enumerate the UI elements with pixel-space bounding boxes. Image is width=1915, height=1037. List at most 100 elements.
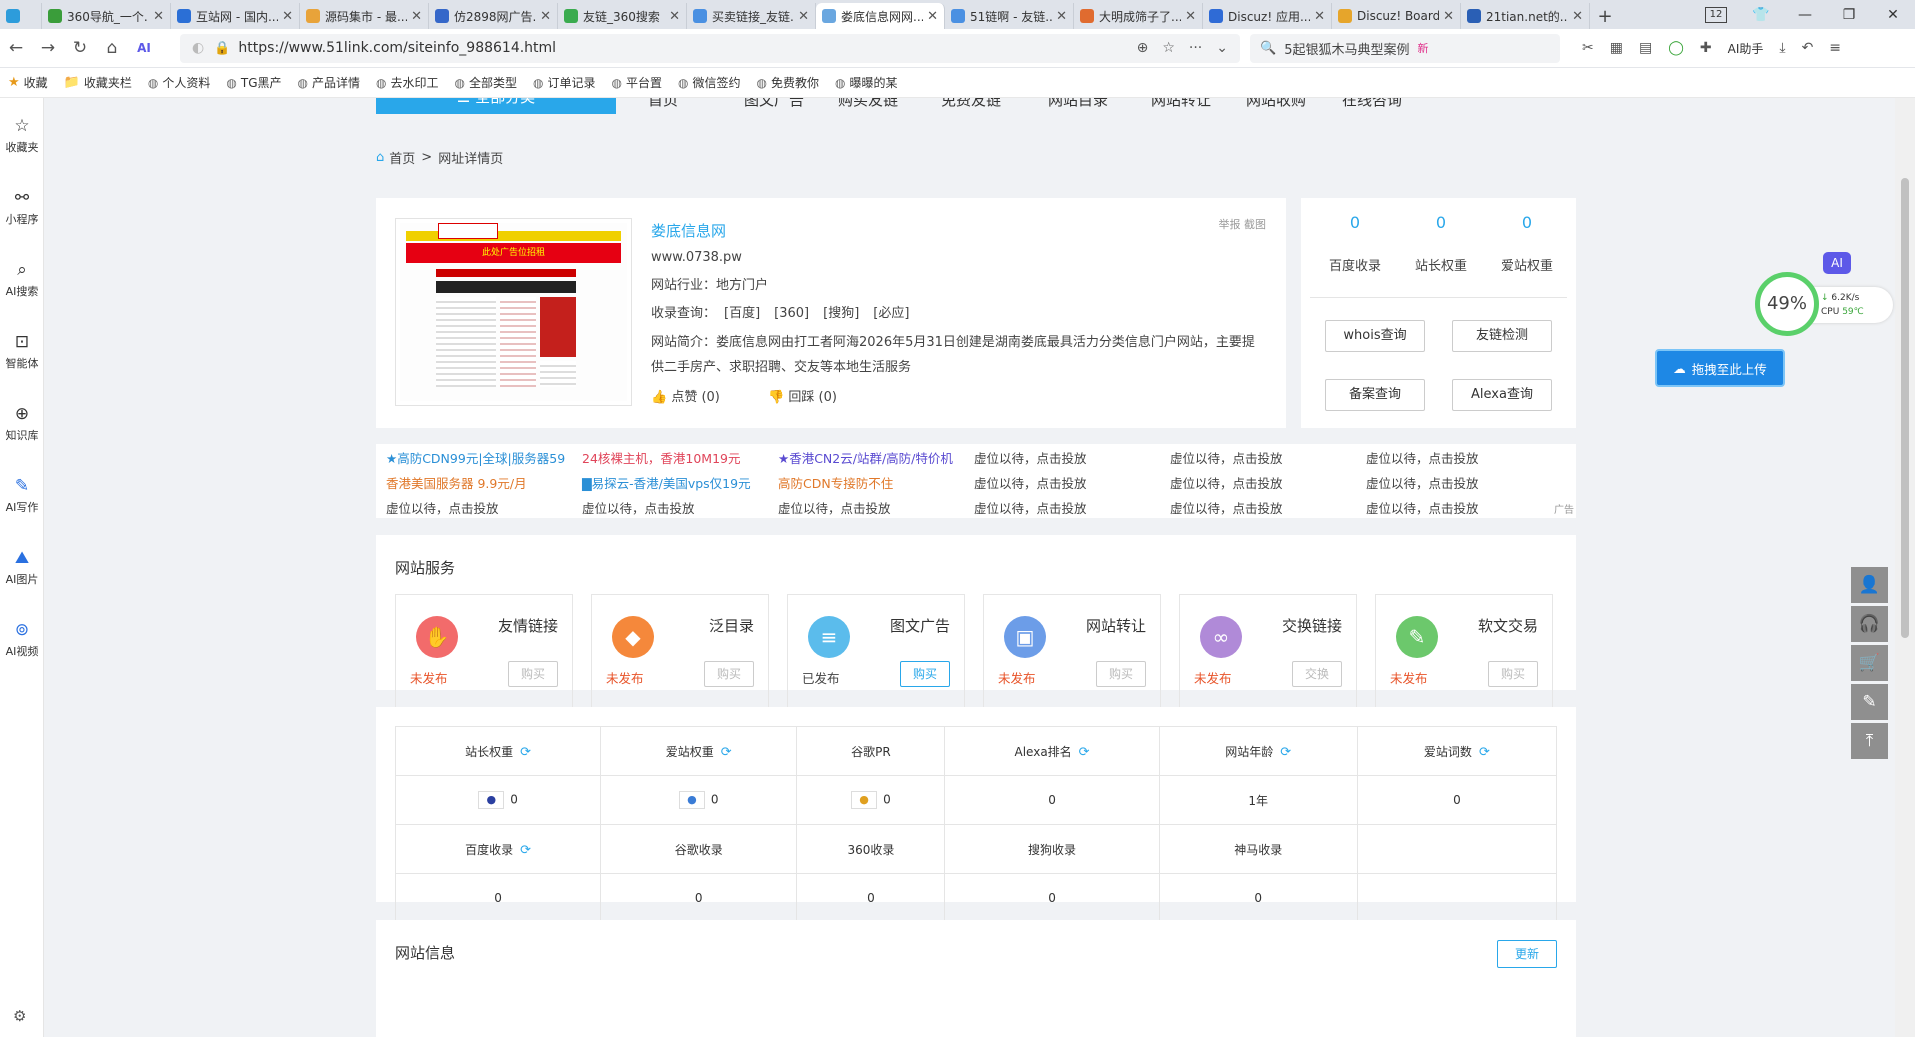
more-icon[interactable]: ···: [1189, 40, 1202, 56]
browser-tab[interactable]: Discuz! 应用... ✕: [1203, 3, 1332, 29]
service-action-button[interactable]: 购买: [704, 661, 754, 687]
service-action-button[interactable]: 购买: [900, 661, 950, 687]
nav-link[interactable]: 图文广告: [744, 98, 804, 110]
browser-tab[interactable]: 买卖链接_友链... ✕: [687, 3, 816, 29]
user-icon[interactable]: 👤: [1851, 567, 1888, 603]
bookmark-item[interactable]: ★ 收藏: [8, 74, 48, 91]
indexed-engine-link[interactable]: [必应]: [873, 306, 909, 321]
like-button[interactable]: 👍 点赞 (0): [651, 390, 742, 405]
nav-link[interactable]: 免费友链: [941, 98, 1001, 110]
nav-link[interactable]: 网站收购: [1246, 98, 1306, 110]
ad-slot[interactable]: 虚位以待，点击投放: [1366, 473, 1479, 492]
tab-close-icon[interactable]: ✕: [153, 9, 164, 24]
home-button[interactable]: ⌂: [96, 38, 128, 58]
tab-close-icon[interactable]: ✕: [927, 9, 938, 24]
ad-slot[interactable]: 虚位以待，点击投放: [1170, 498, 1283, 517]
indexed-engine-link[interactable]: [百度]: [724, 306, 760, 321]
shirt-icon[interactable]: 👕: [1739, 7, 1783, 23]
tab-close-icon[interactable]: ✕: [411, 9, 422, 24]
refresh-icon[interactable]: ⟳: [721, 745, 732, 760]
ad-slot[interactable]: 虚位以待，点击投放: [778, 498, 891, 517]
search-text[interactable]: 5起银狐木马典型案例: [1284, 39, 1409, 58]
browser-tab[interactable]: 友链_360搜索 ✕: [558, 3, 687, 29]
bookmark-item[interactable]: ◍ TG黑产: [226, 74, 281, 91]
all-categories-button[interactable]: ☰ 全部分类: [376, 98, 616, 114]
restore-button[interactable]: ❐: [1827, 7, 1871, 23]
screenshot-icon[interactable]: ▦: [1610, 40, 1623, 56]
browser-tab[interactable]: 51链啊 - 友链... ✕: [945, 3, 1074, 29]
service-action-button[interactable]: 购买: [1488, 661, 1538, 687]
dislike-button[interactable]: 👎 回踩 (0): [768, 390, 859, 405]
browser-tab[interactable]: 360导航_一个... ✕: [42, 3, 171, 29]
bookmark-item[interactable]: 📁 收藏夹栏: [64, 74, 132, 91]
new-tab-button[interactable]: +: [1590, 3, 1620, 29]
ai-badge[interactable]: AI: [1823, 252, 1851, 274]
sidebar-item[interactable]: ⌕ AI搜索: [0, 260, 44, 299]
browser-tab[interactable]: 源码集市 - 最... ✕: [300, 3, 429, 29]
refresh-icon[interactable]: ⟳: [1079, 745, 1090, 760]
settings-gear-icon[interactable]: ⚙: [13, 1007, 26, 1025]
ai-assistant-button[interactable]: AI助手: [1728, 40, 1764, 57]
indexed-engine-link[interactable]: [360]: [774, 306, 809, 321]
sidebar-item[interactable]: ✎ AI写作: [0, 476, 44, 515]
tab-close-icon[interactable]: ✕: [1443, 9, 1454, 24]
tab-close-icon[interactable]: ✕: [540, 9, 551, 24]
circle-icon[interactable]: ◯: [1668, 40, 1684, 56]
bookmark-item[interactable]: ◍ 曝曝的某: [835, 74, 898, 91]
bookmark-item[interactable]: ◍ 产品详情: [298, 74, 361, 91]
cpu-monitor-widget[interactable]: AI ↓ 6.2K/s CPU 59℃ 49%: [1755, 252, 1900, 338]
reader-icon[interactable]: ▤: [1639, 40, 1652, 56]
ad-slot[interactable]: 虚位以待，点击投放: [974, 473, 1087, 492]
site-name[interactable]: 娄底信息网: [651, 220, 1261, 241]
scrollbar-thumb[interactable]: [1901, 178, 1909, 638]
search-box[interactable]: 🔍 5起银狐木马典型案例 新: [1250, 33, 1560, 63]
ad-slot[interactable]: 虚位以待，点击投放: [1170, 448, 1283, 467]
refresh-icon[interactable]: ⟳: [520, 745, 531, 760]
bookmark-item[interactable]: ◍ 全部类型: [455, 74, 518, 91]
bookmark-item[interactable]: ◍ 微信签约: [678, 74, 741, 91]
refresh-icon[interactable]: ⟳: [1280, 745, 1291, 760]
back-button[interactable]: ←: [0, 38, 32, 58]
ad-slot[interactable]: ★高防CDN99元|全球|服务器59: [386, 448, 565, 467]
update-button[interactable]: 更新: [1497, 940, 1557, 968]
nav-link[interactable]: 购买友链: [838, 98, 898, 110]
tab-close-icon[interactable]: ✕: [1185, 9, 1196, 24]
browser-tab[interactable]: 21tian.net的... ✕: [1461, 3, 1590, 29]
bookmark-item[interactable]: ◍ 免费教你: [757, 74, 820, 91]
undo-icon[interactable]: ↶: [1802, 40, 1814, 56]
browser-tab[interactable]: 娄底信息网网... ✕: [816, 3, 945, 29]
browser-tab[interactable]: 仿2898网广告... ✕: [429, 3, 558, 29]
sidebar-item[interactable]: ☆ 收藏夹: [0, 116, 44, 155]
service-action-button[interactable]: 交换: [1292, 661, 1342, 687]
site-screenshot[interactable]: 此处广告位招租: [395, 218, 632, 406]
ad-slot[interactable]: ★香港CN2云/站群/高防/特价机: [778, 448, 953, 467]
browser-tab[interactable]: Discuz! Board ✕: [1332, 3, 1461, 29]
service-action-button[interactable]: 购买: [508, 661, 558, 687]
reload-button[interactable]: ↻: [64, 38, 96, 58]
tab-close-icon[interactable]: ✕: [1572, 9, 1583, 24]
ad-slot[interactable]: 虚位以待，点击投放: [1366, 448, 1479, 467]
ad-slot[interactable]: 虚位以待，点击投放: [974, 498, 1087, 517]
browser-tab[interactable]: 大明成筛子了... ✕: [1074, 3, 1203, 29]
ad-slot[interactable]: ▇易探云-香港/美国vps仅19元: [582, 473, 751, 492]
minimize-button[interactable]: —: [1783, 7, 1827, 23]
query-button[interactable]: 友链检测: [1452, 320, 1552, 352]
tab-close-icon[interactable]: ✕: [798, 9, 809, 24]
indexed-engine-link[interactable]: [搜狗]: [823, 306, 859, 321]
tab-count-badge[interactable]: 12: [1705, 6, 1727, 23]
ad-slot[interactable]: 虚位以待，点击投放: [1366, 498, 1479, 517]
nav-link[interactable]: 首页: [648, 98, 678, 110]
browser-tab[interactable]: 互站网 - 国内... ✕: [171, 3, 300, 29]
extensions-icon[interactable]: ✚: [1700, 40, 1712, 56]
scissors-icon[interactable]: ✂: [1582, 40, 1594, 56]
sidebar-item[interactable]: ⛰ AI图片: [0, 548, 44, 587]
site-domain[interactable]: www.0738.pw: [651, 250, 1261, 265]
tab-close-icon[interactable]: ✕: [282, 9, 293, 24]
browser-tab[interactable]: [0, 3, 42, 29]
ad-slot[interactable]: 虚位以待，点击投放: [386, 498, 499, 517]
page-scrollbar[interactable]: [1895, 98, 1915, 1037]
bookmark-item[interactable]: ◍ 平台置: [612, 74, 663, 91]
download-icon[interactable]: ⤓: [1779, 40, 1785, 56]
ad-slot[interactable]: 24核裸主机，香港10M19元: [582, 448, 741, 467]
breadcrumb-home[interactable]: 首页: [389, 148, 415, 167]
